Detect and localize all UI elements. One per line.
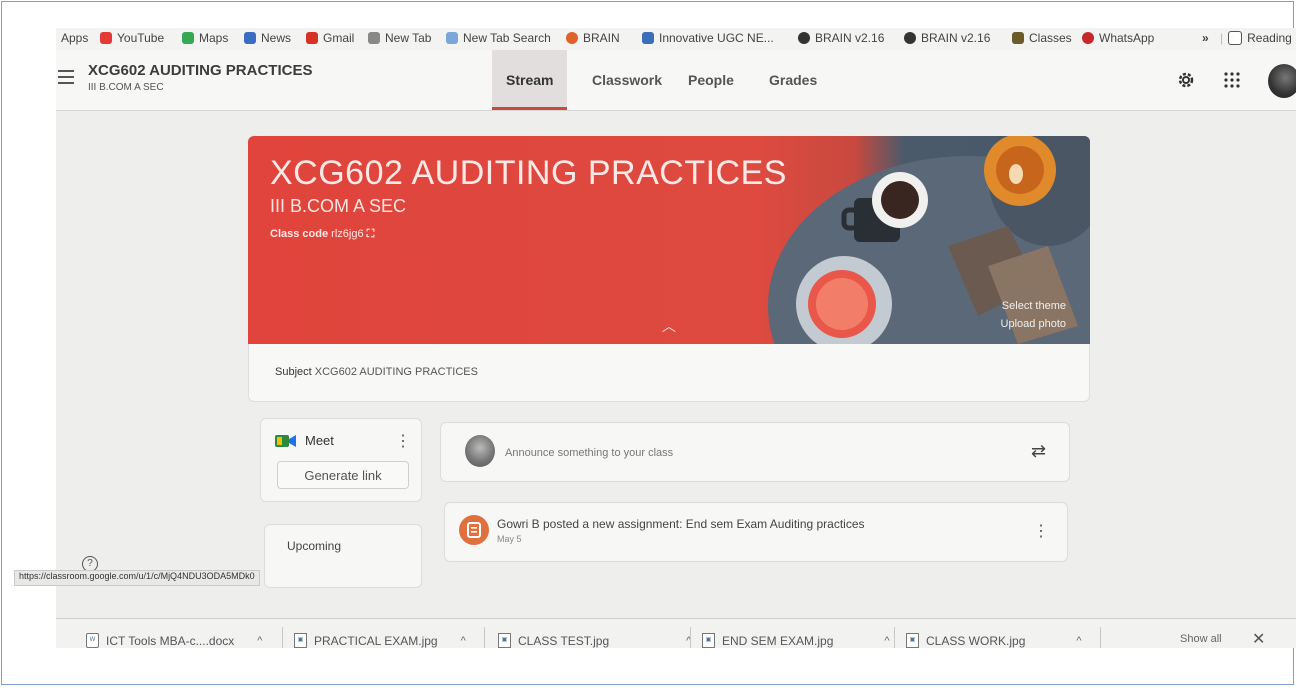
class-code[interactable]: Class code rlz6jg6 ⛶ bbox=[270, 228, 374, 241]
tab-classwork[interactable]: Classwork bbox=[592, 72, 662, 88]
bookmark-innovative-ugc[interactable]: Innovative UGC NE... bbox=[642, 31, 774, 45]
classroom-header: XCG602 AUDITING PRACTICES III B.COM A SE… bbox=[56, 50, 1296, 111]
banner-course-section: III B.COM A SEC bbox=[270, 196, 407, 216]
innovative-ugc-icon bbox=[642, 32, 654, 44]
generate-link-button[interactable]: Generate link bbox=[277, 461, 409, 489]
chevron-up-icon[interactable]: ^ bbox=[257, 635, 262, 647]
bookmark-maps[interactable]: Maps bbox=[182, 31, 228, 45]
separator bbox=[690, 627, 691, 648]
bookmark-brain[interactable]: BRAIN bbox=[566, 31, 620, 45]
apps-grid-icon[interactable] bbox=[1220, 68, 1244, 92]
bookmark-apps[interactable]: Apps bbox=[56, 31, 88, 45]
status-url: https://classroom.google.com/u/1/c/MjQ4N… bbox=[14, 570, 260, 586]
gmail-icon bbox=[306, 32, 318, 44]
bookmark-whatsapp[interactable]: WhatsApp bbox=[1082, 31, 1154, 45]
download-item[interactable]: ▣ END SEM EXAM.jpg ^ bbox=[702, 633, 890, 648]
tab-people[interactable]: People bbox=[688, 72, 734, 88]
subject-card: Subject XCG602 AUDITING PRACTICES bbox=[248, 344, 1090, 402]
subject-line: Subject XCG602 AUDITING PRACTICES bbox=[275, 366, 478, 378]
meet-icon bbox=[275, 435, 296, 447]
chevron-up-icon[interactable]: ^ bbox=[1076, 635, 1081, 647]
chevron-up-icon[interactable]: ︿ bbox=[662, 316, 676, 336]
bookmark-classes[interactable]: Classes bbox=[1012, 31, 1072, 45]
assignment-post-card[interactable]: Gowri B posted a new assignment: End sem… bbox=[444, 502, 1068, 562]
announce-card[interactable]: Announce something to your class ⇄ bbox=[440, 422, 1070, 482]
bookmark-gmail[interactable]: Gmail bbox=[306, 31, 354, 45]
fullscreen-icon[interactable]: ⛶ bbox=[367, 228, 375, 240]
chevron-up-icon[interactable]: ^ bbox=[884, 635, 889, 647]
brain-v216-icon bbox=[798, 32, 810, 44]
meet-card: Meet ⋮ Generate link bbox=[260, 418, 422, 502]
user-avatar bbox=[465, 435, 495, 467]
document-icon: W bbox=[86, 633, 99, 648]
show-all-button[interactable]: Show all bbox=[1180, 633, 1222, 645]
banner-course-title: XCG602 AUDITING PRACTICES bbox=[270, 154, 787, 192]
downloads-bar: W ICT Tools MBA-c....docx ^ ▣ PRACTICAL EXA… bbox=[56, 618, 1296, 648]
separator bbox=[484, 627, 485, 648]
upload-photo-link[interactable]: Upload photo bbox=[1001, 318, 1066, 330]
course-title[interactable]: XCG602 AUDITING PRACTICES bbox=[88, 62, 312, 79]
bookmark-brain-v216-b[interactable]: BRAIN v2.16 bbox=[904, 31, 990, 45]
download-item[interactable]: ▣ CLASS WORK.jpg ^ bbox=[906, 633, 1082, 648]
bookmarks-bar: Apps YouTube Maps News Gmail New Tab New… bbox=[56, 28, 1296, 51]
select-theme-link[interactable]: Select theme bbox=[1002, 300, 1066, 312]
separator bbox=[282, 627, 283, 648]
browser-screen-photo: Apps YouTube Maps News Gmail New Tab New… bbox=[56, 28, 1296, 648]
close-icon[interactable]: ✕ bbox=[1252, 629, 1265, 648]
more-options-icon[interactable]: ⋮ bbox=[1033, 521, 1049, 541]
bookmarks-overflow-button[interactable]: » bbox=[1202, 31, 1209, 45]
new-tab-search-icon bbox=[446, 32, 458, 44]
whatsapp-icon bbox=[1082, 32, 1094, 44]
post-title[interactable]: Gowri B posted a new assignment: End sem… bbox=[497, 517, 865, 531]
brain-v216-icon bbox=[904, 32, 916, 44]
tab-grades[interactable]: Grades bbox=[769, 72, 817, 88]
more-options-icon[interactable]: ⋮ bbox=[395, 431, 411, 451]
youtube-icon bbox=[100, 32, 112, 44]
class-banner: XCG602 AUDITING PRACTICES III B.COM A SE… bbox=[248, 136, 1090, 344]
post-date: May 5 bbox=[497, 534, 522, 544]
image-file-icon: ▣ bbox=[294, 633, 307, 648]
reading-list-button[interactable]: | Reading bbox=[1220, 31, 1292, 45]
chevron-up-icon[interactable]: ^ bbox=[461, 635, 466, 647]
account-avatar[interactable] bbox=[1268, 64, 1296, 98]
upcoming-card: Upcoming bbox=[264, 524, 422, 588]
course-section: III B.COM A SEC bbox=[88, 82, 164, 93]
bookmark-youtube[interactable]: YouTube bbox=[100, 31, 164, 45]
bookmark-new-tab-search[interactable]: New Tab Search bbox=[446, 31, 551, 45]
bookmark-news[interactable]: News bbox=[244, 31, 291, 45]
download-item[interactable]: W ICT Tools MBA-c....docx ^ bbox=[86, 633, 262, 648]
separator: | bbox=[1220, 31, 1224, 45]
assignment-icon bbox=[459, 515, 489, 545]
announce-input[interactable]: Announce something to your class bbox=[505, 447, 673, 459]
brain-icon bbox=[566, 32, 578, 44]
separator bbox=[1100, 627, 1101, 648]
maps-icon bbox=[182, 32, 194, 44]
repost-icon[interactable]: ⇄ bbox=[1031, 441, 1046, 462]
tab-stream[interactable]: Stream bbox=[492, 50, 568, 110]
settings-icon[interactable] bbox=[1174, 68, 1198, 92]
classes-icon bbox=[1012, 32, 1024, 44]
news-icon bbox=[244, 32, 256, 44]
menu-icon[interactable] bbox=[58, 70, 74, 88]
bookmark-new-tab[interactable]: New Tab bbox=[368, 31, 431, 45]
bookmark-brain-v216-a[interactable]: BRAIN v2.16 bbox=[798, 31, 884, 45]
download-item[interactable]: ▣ CLASS TEST.jpg ^ bbox=[498, 633, 691, 648]
upcoming-label: Upcoming bbox=[287, 539, 342, 553]
meet-label: Meet bbox=[305, 433, 334, 448]
separator bbox=[894, 627, 895, 648]
image-file-icon: ▣ bbox=[702, 633, 715, 648]
image-file-icon: ▣ bbox=[906, 633, 919, 648]
new-tab-icon bbox=[368, 32, 380, 44]
reading-list-icon bbox=[1228, 31, 1243, 45]
image-file-icon: ▣ bbox=[498, 633, 511, 648]
download-item[interactable]: ▣ PRACTICAL EXAM.jpg ^ bbox=[294, 633, 466, 648]
